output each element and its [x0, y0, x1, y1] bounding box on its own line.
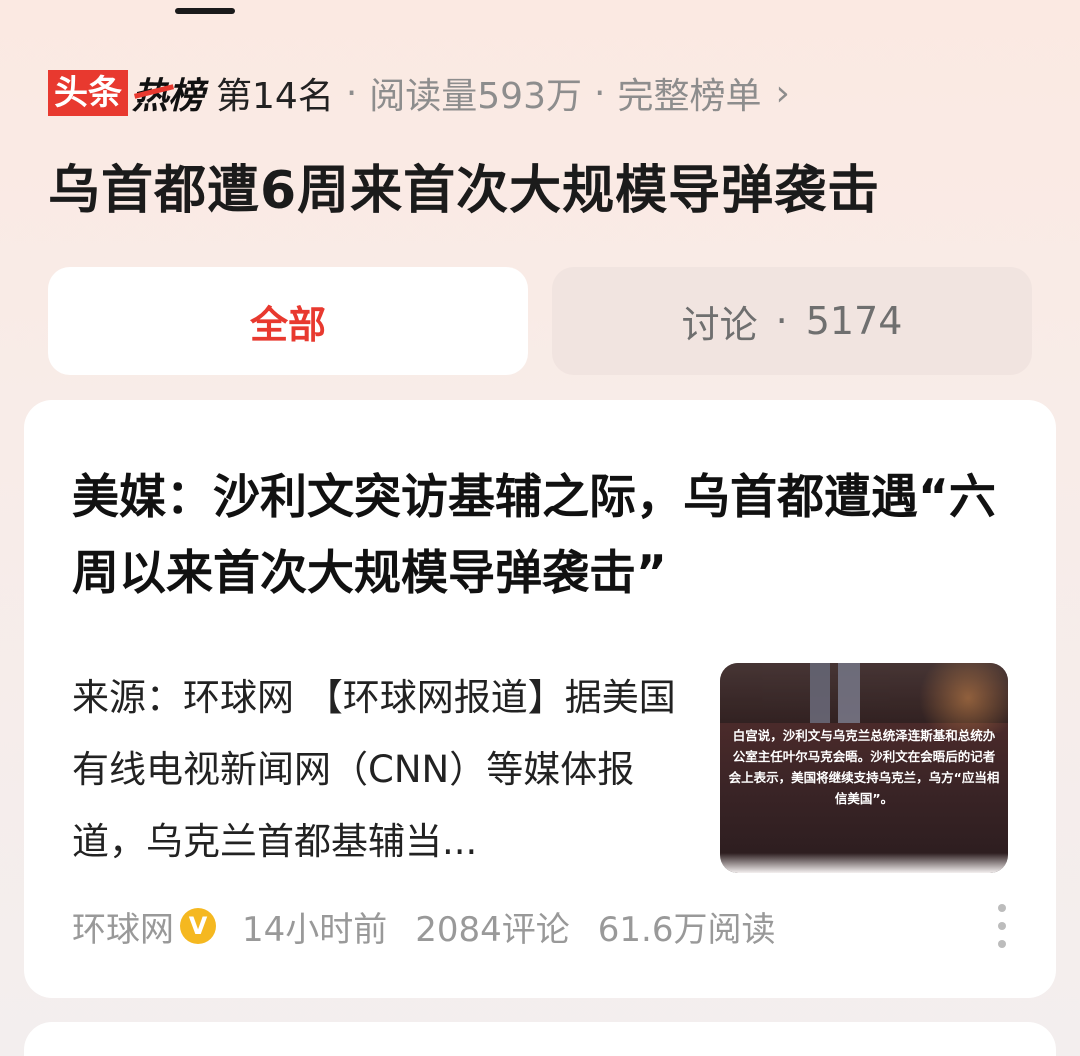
- article-source[interactable]: 环球网: [72, 902, 174, 951]
- drag-handle[interactable]: [175, 8, 235, 14]
- thumbnail-shade: [720, 853, 1008, 873]
- article-comments: 2084评论: [415, 909, 570, 950]
- next-article-card[interactable]: [24, 1022, 1056, 1056]
- article-meta: 环球网 V 14小时前 2084评论 61.6万阅读: [72, 900, 804, 952]
- full-list-link[interactable]: 完整榜单: [617, 67, 761, 119]
- discussion-count: 5174: [805, 299, 903, 343]
- more-options-icon[interactable]: [994, 904, 1010, 948]
- article-time: 14小时前: [242, 909, 388, 950]
- tab-discussion[interactable]: 讨论 · 5174: [552, 267, 1032, 375]
- topic-title: 乌首都遭6周来首次大规模导弹袭击: [48, 161, 881, 221]
- tab-all-label: 全部: [249, 302, 326, 347]
- chevron-right-icon[interactable]: ›: [775, 73, 789, 114]
- rank-label: 第14名: [216, 76, 334, 117]
- article-title[interactable]: 美媒：沙利文突访基辅之际，乌首都遭遇“六周以来首次大规模导弹袭击”: [72, 460, 1012, 612]
- article-summary: 来源：环球网 【环球网报道】据美国有线电视新闻网（CNN）等媒体报道，乌克兰首都…: [72, 676, 676, 863]
- rebang-logo: 热榜: [132, 67, 204, 119]
- verified-badge-icon: V: [180, 908, 216, 944]
- hot-list-header[interactable]: 头条 热榜 第14名 · 阅读量593万 · 完整榜单 ›: [48, 68, 790, 118]
- separator-dot: ·: [345, 72, 358, 114]
- thumbnail-glow: [908, 663, 1008, 733]
- separator-dot: ·: [594, 72, 606, 114]
- article-card[interactable]: 美媒：沙利文突访基辅之际，乌首都遭遇“六周以来首次大规模导弹袭击” 来源：环球网…: [24, 400, 1056, 998]
- separator-dot: ·: [775, 299, 788, 343]
- read-count: 阅读量593万: [369, 76, 582, 117]
- tab-all[interactable]: 全部: [48, 267, 528, 375]
- article-views: 61.6万阅读: [597, 909, 776, 950]
- tab-discussion-label: 讨论: [681, 302, 758, 347]
- article-thumbnail[interactable]: 白宫说，沙利文与乌克兰总统泽连斯基和总统办公室主任叶尔马克会晤。沙利文在会晤后的…: [720, 663, 1008, 873]
- toutiao-logo: 头条: [48, 70, 128, 116]
- thumbnail-caption: 白宫说，沙利文与乌克兰总统泽连斯基和总统办公室主任叶尔马克会晤。沙利文在会晤后的…: [728, 728, 1000, 806]
